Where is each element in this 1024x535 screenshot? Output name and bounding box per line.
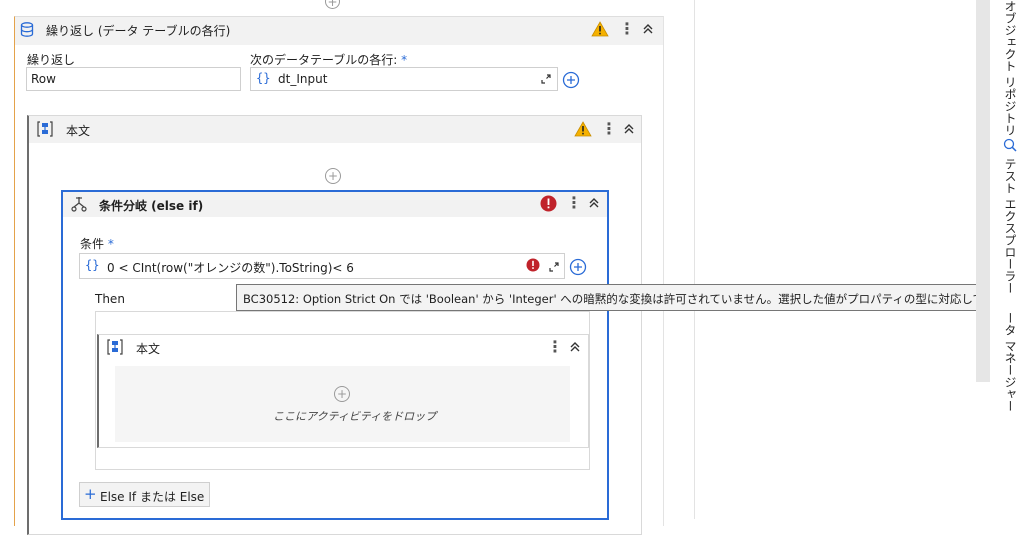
collapse-chevron-icon[interactable]: [641, 23, 655, 37]
warning-icon[interactable]: [574, 121, 592, 137]
if-title: 条件分岐 (else if): [99, 199, 204, 213]
tab-test-explorer[interactable]: テスト エクスプローラー: [1002, 158, 1019, 294]
add-argument-icon[interactable]: [569, 258, 587, 276]
error-icon[interactable]: [540, 195, 557, 212]
kebab-menu-icon[interactable]: ⋮: [601, 121, 617, 139]
plus-icon: +: [84, 485, 97, 503]
tab-object-repository[interactable]: オブジェクト リポジトリ: [1002, 0, 1019, 136]
error-icon[interactable]: [526, 258, 540, 272]
body-sequence-header: [29, 116, 641, 143]
datatable-value: dt_Input: [278, 72, 328, 86]
error-tooltip: BC30512: Option Strict On では 'Boolean' か…: [236, 284, 1024, 311]
collapse-chevron-icon[interactable]: [588, 197, 602, 211]
item-variable-value: Row: [31, 72, 56, 86]
add-activity-icon[interactable]: +: [325, 168, 341, 184]
add-else-if-button[interactable]: + Else If または Else を: [79, 482, 210, 507]
inner-body-title: 本文: [136, 342, 161, 356]
expression-brace-icon: {}: [85, 258, 100, 272]
drop-zone[interactable]: [115, 366, 570, 442]
warning-icon[interactable]: [591, 21, 609, 37]
collapse-chevron-icon[interactable]: [623, 123, 637, 137]
error-tooltip-text: BC30512: Option Strict On では 'Boolean' か…: [243, 292, 1024, 306]
condition-label-text: 条件: [80, 237, 105, 251]
item-variable-input[interactable]: Row: [26, 67, 241, 91]
sequence-icon: [106, 338, 124, 356]
required-mark: *: [107, 237, 114, 251]
condition-label: 条件 *: [80, 235, 114, 252]
kebab-menu-icon[interactable]: ⋮: [619, 21, 635, 39]
item-label: 繰り返し: [27, 53, 76, 67]
datatable-input[interactable]: {} dt_Input: [250, 67, 558, 91]
drop-hint: ここにアクティビティをドロップ: [273, 410, 437, 423]
sequence-icon: [36, 120, 54, 138]
condition-value: 0 < CInt(row("オレンジの数").ToString)< 6: [107, 261, 354, 275]
add-activity-icon[interactable]: +: [334, 386, 350, 402]
kebab-menu-icon[interactable]: ⋮: [566, 195, 582, 213]
canvas-right-divider: [694, 0, 695, 519]
datatable-label-text: 次のデータテーブルの各行:: [250, 53, 398, 67]
datatable-icon: [20, 22, 34, 37]
expression-brace-icon: {}: [256, 71, 271, 85]
expand-icon[interactable]: [548, 261, 560, 273]
kebab-menu-icon[interactable]: ⋮: [547, 339, 563, 357]
datatable-label: 次のデータテーブルの各行: *: [250, 51, 407, 68]
if-branch-icon: [70, 195, 88, 213]
add-argument-icon[interactable]: [562, 71, 580, 89]
collapse-chevron-icon[interactable]: [569, 341, 583, 355]
for-each-row-title: 繰り返し (データ テーブルの各行): [46, 24, 231, 38]
required-mark: *: [401, 53, 408, 67]
expand-icon[interactable]: [540, 73, 552, 85]
right-panel-scrollbar[interactable]: [976, 0, 990, 382]
tab-data-manager[interactable]: ータ マネージャー: [1002, 312, 1019, 412]
search-tab-icon: [1002, 137, 1018, 153]
add-else-if-label: Else If または Else を: [100, 490, 210, 504]
then-label: Then: [95, 292, 125, 306]
body-sequence-title: 本文: [66, 124, 91, 138]
condition-input[interactable]: {} 0 < CInt(row("オレンジの数").ToString)< 6: [79, 253, 565, 279]
